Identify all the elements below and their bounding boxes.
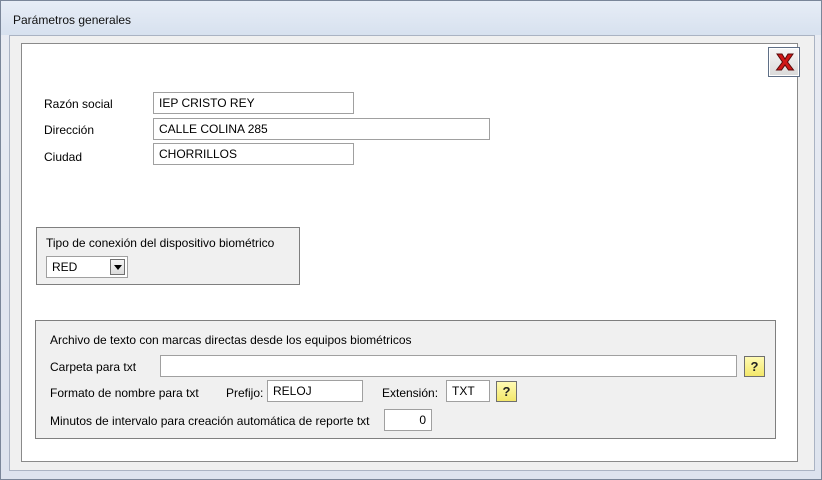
- connection-type-select[interactable]: RED: [46, 256, 128, 278]
- direccion-input[interactable]: CALLE COLINA 285: [153, 118, 490, 140]
- window-client-area: Razón social IEP CRISTO REY Dirección CA…: [9, 35, 815, 471]
- extension-input[interactable]: TXT: [446, 380, 490, 402]
- window-title: Parámetros generales: [13, 13, 132, 27]
- folder-help-button[interactable]: ?: [744, 356, 765, 377]
- direccion-label: Dirección: [44, 123, 95, 137]
- help-question-icon: ?: [750, 359, 759, 374]
- txt-file-title: Archivo de texto con marcas directas des…: [50, 333, 412, 347]
- title-bar[interactable]: Parámetros generales: [1, 1, 821, 35]
- folder-label: Carpeta para txt: [50, 360, 137, 374]
- parametros-generales-window: Parámetros generales Razón social IEP CR…: [0, 0, 822, 480]
- connection-type-value: RED: [52, 260, 78, 274]
- txt-file-group: Archivo de texto con marcas directas des…: [35, 320, 776, 439]
- help-question-icon: ?: [502, 384, 511, 399]
- razon-social-label: Razón social: [44, 97, 113, 111]
- chevron-down-icon: [114, 265, 122, 270]
- interval-label: Minutos de intervalo para creación autom…: [50, 414, 370, 428]
- prefix-label: Prefijo:: [226, 386, 264, 400]
- format-label: Formato de nombre para txt: [50, 386, 199, 400]
- prefix-input[interactable]: RELOJ: [267, 380, 363, 402]
- biometric-connection-title: Tipo de conexión del dispositivo biométr…: [46, 236, 275, 250]
- extension-help-button[interactable]: ?: [496, 381, 517, 402]
- close-red-x-icon: [775, 53, 795, 71]
- main-panel: Razón social IEP CRISTO REY Dirección CA…: [21, 43, 800, 462]
- folder-input[interactable]: [160, 355, 737, 377]
- biometric-connection-group: Tipo de conexión del dispositivo biométr…: [36, 227, 300, 285]
- close-button[interactable]: [768, 47, 800, 77]
- razon-social-input[interactable]: IEP CRISTO REY: [153, 92, 354, 114]
- ciudad-label: Ciudad: [44, 150, 83, 164]
- extension-label: Extensión:: [382, 386, 439, 400]
- dropdown-button[interactable]: [110, 259, 125, 275]
- interval-input[interactable]: 0: [384, 409, 432, 431]
- ciudad-input[interactable]: CHORRILLOS: [153, 143, 354, 165]
